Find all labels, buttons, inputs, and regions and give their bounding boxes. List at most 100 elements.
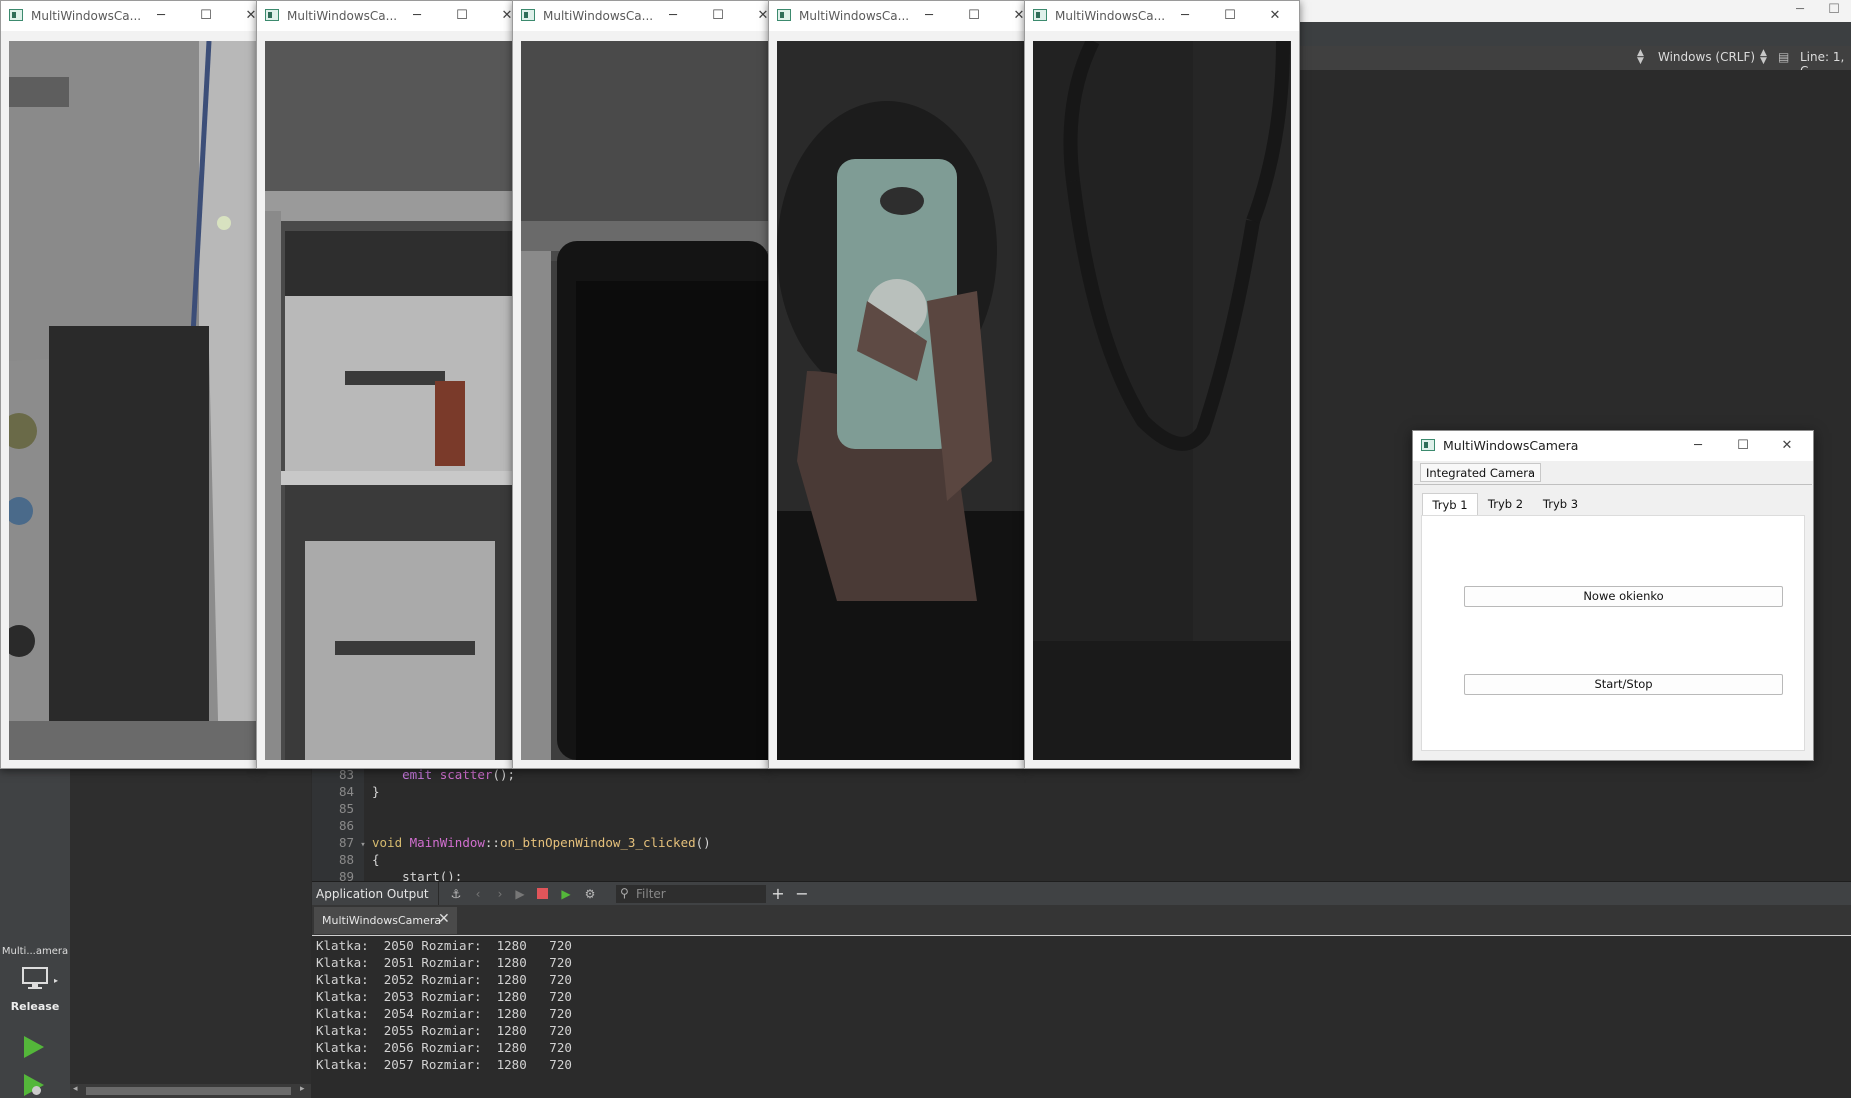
camera-window-title: MultiWindowsCa... (799, 9, 910, 23)
bug-icon (32, 1086, 41, 1095)
camera-feed-4 (777, 41, 1025, 760)
code-text: emit scatter(); (372, 767, 515, 782)
code-token: (); (492, 767, 516, 782)
code-line[interactable]: 88 { (312, 852, 1112, 869)
scrollbar-thumb[interactable] (86, 1087, 291, 1095)
output-line: Klatka: 2054 Rozmiar: 1280 720 (316, 1006, 572, 1021)
line-number: 85 (338, 801, 354, 816)
code-line[interactable]: 86 (312, 818, 1112, 835)
camera-window-title-bar[interactable]: MultiWindowsCa... ─ ☐ ✕ (257, 1, 513, 31)
app-icon (9, 9, 23, 21)
line-number: 86 (338, 818, 354, 833)
line-number: 84 (338, 784, 354, 799)
minimize-icon[interactable]: ─ (151, 6, 171, 26)
code-line[interactable]: 84} (312, 784, 1112, 801)
close-icon[interactable]: ✕ (1777, 436, 1797, 456)
maximize-icon[interactable]: ☐ (1733, 436, 1753, 456)
code-text: void MainWindow::on_btnOpenWindow_3_clic… (372, 835, 711, 850)
maximize-icon[interactable]: ☐ (708, 6, 728, 26)
output-pane-toolbar: Application Output ⚓ ‹ › ▶ ▶ ⚙ ⚲ Filter … (312, 881, 1851, 906)
output-tab-multiwindowscamera[interactable]: MultiWindowsCamera ✕ (314, 907, 457, 934)
start-stop-button[interactable]: Start/Stop (1464, 674, 1783, 695)
monitor-icon[interactable] (20, 966, 50, 990)
run-icon[interactable] (24, 1036, 44, 1058)
toolbar-separator (438, 882, 439, 906)
app-icon (777, 9, 791, 21)
code-token: () (695, 835, 711, 850)
camera-window-title-bar[interactable]: MultiWindowsCa... ─ ☐ ✕ (513, 1, 769, 31)
previous-icon[interactable]: ‹ (470, 886, 486, 902)
code-token: :: (484, 835, 500, 850)
camera-select[interactable]: Integrated Camera ⌄ (1420, 463, 1541, 482)
camera-select-value: Integrated Camera (1426, 466, 1536, 480)
camera-window-4[interactable]: MultiWindowsCa... ─ ☐ ✕ (768, 0, 1026, 769)
output-line: Klatka: 2056 Rozmiar: 1280 720 (316, 1040, 572, 1055)
kit-expand-icon[interactable]: ▸ (54, 976, 58, 985)
app-icon (1033, 9, 1047, 21)
code-token: emit (402, 767, 433, 782)
camera-feed-5 (1033, 41, 1291, 760)
camera-window-2[interactable]: MultiWindowsCa... ─ ☐ ✕ (256, 0, 514, 769)
code-line[interactable]: 87 ▾ void MainWindow::on_btnOpenWindow_3_c… (312, 835, 1112, 852)
maximize-icon[interactable]: ☐ (1220, 6, 1240, 26)
horizontal-scrollbar[interactable]: ◂ ▸ (70, 1084, 311, 1098)
next-icon[interactable]: › (492, 886, 508, 902)
app-icon (265, 9, 279, 21)
output-line: Klatka: 2053 Rozmiar: 1280 720 (316, 989, 572, 1004)
settings-gear-icon[interactable]: ⚙ (582, 886, 598, 902)
control-window-title-bar[interactable]: MultiWindowsCamera ─ ☐ ✕ (1413, 431, 1813, 461)
ide-minimize-icon[interactable]: ─ (1783, 0, 1817, 22)
divider (1414, 484, 1812, 485)
zoom-in-icon[interactable]: + (770, 886, 786, 902)
rerun-icon[interactable]: ▶ (512, 886, 528, 902)
camera-window-3[interactable]: MultiWindowsCa... ─ ☐ ✕ (512, 0, 770, 769)
scroll-left-icon[interactable]: ◂ (73, 1084, 78, 1094)
line-number: 87 (338, 835, 354, 850)
outline-icon[interactable]: ▤ (1778, 50, 1789, 64)
tab-tryb-3[interactable]: Tryb 3 (1533, 493, 1588, 515)
code-token: { (372, 852, 380, 867)
close-icon[interactable]: ✕ (438, 911, 450, 927)
minimize-icon[interactable]: ─ (1688, 436, 1708, 456)
camera-window-title-bar[interactable]: MultiWindowsCa... ─ ☐ ✕ (1, 1, 257, 31)
zoom-out-icon[interactable]: − (794, 886, 810, 902)
stop-icon[interactable] (534, 886, 550, 902)
chevron-down-icon: ⌄ (1526, 464, 1536, 477)
line-ending-selector[interactable]: Windows (CRLF) (1658, 50, 1755, 64)
ide-maximize-icon[interactable]: ☐ (1817, 0, 1851, 22)
camera-feed-2 (265, 41, 513, 760)
close-icon[interactable]: ✕ (1265, 6, 1285, 26)
maximize-icon[interactable]: ☐ (452, 6, 472, 26)
line-number: 83 (338, 767, 354, 782)
maximize-icon[interactable]: ☐ (964, 6, 984, 26)
tab-tryb-1[interactable]: Tryb 1 (1422, 493, 1478, 516)
code-line[interactable]: 83 emit scatter(); (312, 767, 1112, 784)
camera-window-5[interactable]: MultiWindowsCa... ─ ☐ ✕ (1024, 0, 1300, 769)
encoding-updown-icon[interactable]: ▲ ▼ (1637, 49, 1644, 66)
camera-window-1[interactable]: MultiWindowsCa... ─ ☐ ✕ (0, 0, 258, 769)
code-token: MainWindow (409, 835, 485, 850)
position-updown-icon[interactable]: ▲ ▼ (1760, 49, 1767, 66)
filter-input[interactable]: ⚲ Filter (616, 885, 766, 903)
maximize-icon[interactable]: ☐ (196, 6, 216, 26)
attach-debugger-icon[interactable]: ▶ (558, 886, 574, 902)
camera-window-title-bar[interactable]: MultiWindowsCa... ─ ☐ ✕ (1025, 1, 1299, 31)
attach-icon[interactable]: ⚓ (448, 886, 464, 902)
camera-window-title-bar[interactable]: MultiWindowsCa... ─ ☐ ✕ (769, 1, 1025, 31)
filter-placeholder: Filter (636, 887, 666, 901)
minimize-icon[interactable]: ─ (1175, 6, 1195, 26)
search-icon: ⚲ (620, 886, 629, 900)
code-token: on_btnOpenWindow_3_clicked (499, 835, 696, 850)
control-window[interactable]: MultiWindowsCamera ─ ☐ ✕ Integrated Came… (1412, 430, 1814, 761)
new-window-button[interactable]: Nowe okienko (1464, 586, 1783, 607)
code-line[interactable]: 85 (312, 801, 1112, 818)
minimize-icon[interactable]: ─ (919, 6, 939, 26)
minimize-icon[interactable]: ─ (407, 6, 427, 26)
tab-tryb-2[interactable]: Tryb 2 (1478, 493, 1533, 515)
minimize-icon[interactable]: ─ (663, 6, 683, 26)
scroll-right-icon[interactable]: ▸ (300, 1084, 305, 1094)
camera-window-title: MultiWindowsCa... (543, 9, 654, 23)
fold-marker-icon[interactable]: ▾ (354, 840, 372, 850)
code-token: scatter (439, 767, 493, 782)
camera-window-title: MultiWindowsCa... (31, 9, 142, 23)
